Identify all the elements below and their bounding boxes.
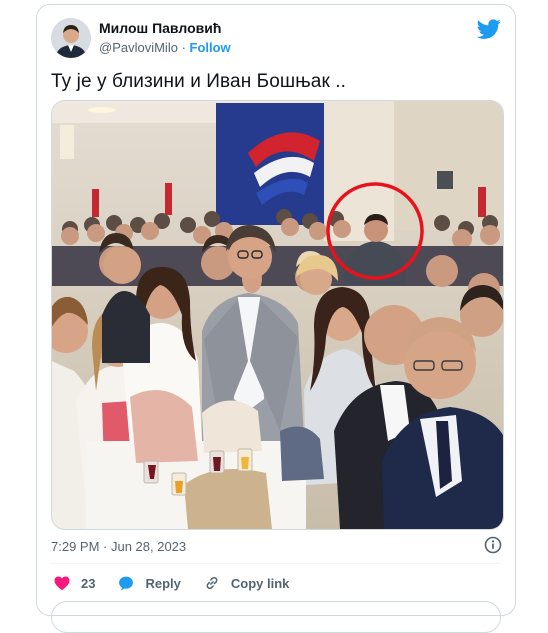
read-replies-button[interactable] — [51, 601, 501, 633]
copy-link-button[interactable]: Copy link — [203, 574, 290, 592]
reply-icon — [119, 576, 134, 591]
author-name[interactable]: Милош Павловић — [99, 20, 221, 36]
author-handle-line: @PavloviMilo · Follow — [99, 40, 231, 55]
tweet-card: Милош Павловић @PavloviMilo · Follow Ту … — [36, 4, 516, 633]
like-button[interactable]: 23 — [53, 574, 95, 592]
tweet-actions: 23 Reply Copy link — [53, 571, 311, 595]
info-icon[interactable] — [483, 535, 503, 555]
reply-label: Reply — [145, 575, 181, 591]
follow-button[interactable]: Follow — [190, 40, 231, 55]
tweet-text: Ту је у близини и Иван Бошњак .. — [51, 71, 346, 92]
bird-icon[interactable] — [477, 17, 501, 41]
heart-icon — [54, 576, 70, 591]
tweet-timestamp[interactable]: 7:29 PM · Jun 28, 2023 — [51, 539, 186, 554]
reply-button[interactable]: Reply — [117, 574, 181, 592]
like-count: 23 — [81, 575, 96, 591]
tweet-photo[interactable] — [51, 100, 504, 530]
separator: · — [177, 40, 190, 55]
avatar[interactable] — [51, 18, 91, 58]
link-icon — [206, 577, 218, 589]
copy-link-label: Copy link — [230, 575, 290, 591]
author-handle[interactable]: @PavloviMilo — [99, 40, 178, 55]
divider — [51, 563, 501, 564]
